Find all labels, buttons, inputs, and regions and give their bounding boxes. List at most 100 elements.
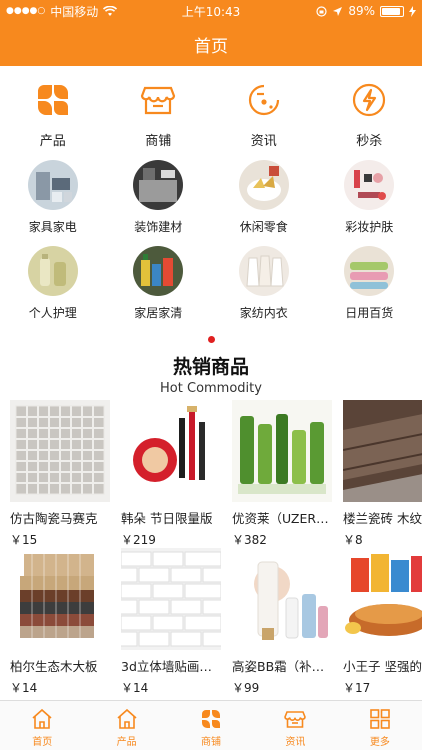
category-image	[133, 246, 184, 296]
category-image	[344, 246, 395, 296]
quick-item-label: 秒杀	[356, 134, 383, 149]
category-image	[344, 160, 395, 210]
home-icon	[32, 708, 52, 729]
product-price: ￥219	[121, 533, 156, 547]
category-image	[238, 160, 289, 210]
category-label: 家居家清	[134, 306, 183, 320]
store-icon	[141, 86, 176, 115]
tab-label: 更多	[369, 737, 390, 748]
category-label: 日用百货	[345, 306, 394, 320]
battery-icon	[380, 5, 404, 17]
status-bar: ●●●●○ 中国移动 上午10:43 89%	[0, 0, 422, 22]
category-personal-care[interactable]: 个人护理	[0, 246, 106, 332]
category-textiles[interactable]: 家纺内衣	[211, 246, 317, 332]
quick-item-products[interactable]: 产品	[0, 66, 106, 156]
product-card[interactable]: 高姿BB霜（补水） ￥99	[232, 548, 343, 696]
store-icon	[284, 711, 307, 728]
product-name: 优资莱（UZERO）	[232, 511, 332, 526]
tab-label: 资讯	[285, 737, 306, 748]
category-label: 家具家电	[28, 220, 77, 234]
product-image	[232, 548, 332, 650]
category-daily-goods[interactable]: 日用百货	[317, 246, 422, 332]
tab-stores[interactable]: 商铺	[169, 701, 253, 750]
product-price: ￥99	[232, 681, 260, 695]
category-cosmetics[interactable]: 彩妆护肤	[317, 160, 422, 246]
product-price: ￥8	[343, 533, 363, 547]
more-grid-icon	[370, 709, 390, 729]
product-card[interactable]: 小王子 坚强的 ￥17	[343, 548, 422, 696]
category-building-materials[interactable]: 装饰建材	[106, 160, 212, 246]
signal-icon: ●●●●○	[6, 6, 46, 16]
product-name: 高姿BB霜（补水）	[232, 659, 332, 674]
category-grid: 家具家电 装饰建材 休闲零食 彩妆护肤 个人护理 家居家清 家纺内衣 日用百货	[0, 160, 422, 332]
section-header: 热销商品 Hot Commodity	[0, 352, 422, 396]
product-card[interactable]: 仿古陶瓷马赛克 ￥15	[10, 400, 121, 548]
product-card[interactable]: 韩朵 节日限量版 ￥219	[121, 400, 232, 548]
product-name: 3d立体墙贴画自粘	[121, 659, 221, 674]
battery-percent: 89%	[348, 4, 375, 18]
carrier-label: 中国移动	[50, 4, 99, 19]
product-image	[343, 548, 422, 650]
category-image	[238, 246, 289, 296]
product-name: 楼兰瓷砖 木纹	[343, 511, 422, 526]
product-name: 仿古陶瓷马赛克	[10, 511, 98, 526]
category-image	[27, 160, 78, 210]
product-card[interactable]: 优资莱（UZERO） ￥382	[232, 400, 343, 548]
product-image	[232, 400, 332, 502]
product-name: 小王子 坚强的	[343, 659, 422, 674]
tab-home[interactable]: 首页	[0, 701, 84, 750]
product-price: ￥382	[232, 533, 267, 547]
product-price: ￥14	[121, 681, 149, 695]
tab-label: 首页	[32, 737, 53, 748]
product-image	[121, 548, 221, 650]
category-label: 彩妆护肤	[345, 220, 394, 234]
quick-item-flash-sale[interactable]: 秒杀	[317, 66, 422, 156]
section-subtitle: Hot Commodity	[160, 381, 262, 396]
quick-item-label: 商铺	[145, 134, 172, 149]
tab-products[interactable]: 产品	[84, 701, 168, 750]
category-image	[27, 246, 78, 296]
tab-bar: 首页 产品 商铺 资讯 更多	[0, 700, 422, 750]
orientation-lock-icon	[316, 5, 327, 17]
pager-dot-active[interactable]	[207, 336, 215, 343]
charging-icon	[409, 5, 416, 17]
info-circle-icon	[248, 84, 279, 116]
flash-sale-icon	[353, 83, 386, 117]
page-title: 首页	[194, 36, 228, 57]
product-image	[121, 400, 221, 502]
product-image	[343, 400, 422, 502]
product-card[interactable]: 楼兰瓷砖 木纹 ￥8	[343, 400, 422, 548]
product-name: 韩朵 节日限量版	[121, 511, 213, 526]
tab-more[interactable]: 更多	[338, 701, 422, 750]
tab-label: 产品	[116, 737, 137, 748]
category-label: 装饰建材	[134, 220, 183, 234]
quick-item-news[interactable]: 资讯	[211, 66, 317, 156]
tab-label: 商铺	[201, 737, 222, 748]
category-label: 家纺内衣	[239, 306, 288, 320]
product-image	[10, 548, 110, 650]
nav-bar: 首页	[0, 22, 422, 66]
product-card[interactable]: 柏尔生态木大板 ￥14	[10, 548, 121, 696]
carousel-pager	[0, 336, 422, 343]
home-icon	[117, 708, 137, 729]
category-label: 个人护理	[28, 306, 77, 320]
tab-news[interactable]: 资讯	[253, 701, 337, 750]
quick-item-label: 资讯	[250, 134, 277, 149]
product-name: 柏尔生态木大板	[10, 659, 98, 674]
category-home-cleaning[interactable]: 家居家清	[106, 246, 212, 332]
status-time: 上午10:43	[181, 4, 241, 19]
product-image	[10, 400, 110, 502]
product-grid: 仿古陶瓷马赛克 ￥15 韩朵 节日限量版 ￥219 优资莱（UZERO） ￥38…	[10, 400, 422, 696]
product-price: ￥17	[343, 681, 371, 695]
product-price: ￥15	[10, 533, 38, 547]
location-icon	[333, 6, 343, 16]
category-snacks[interactable]: 休闲零食	[211, 160, 317, 246]
category-label: 休闲零食	[239, 220, 288, 234]
wifi-icon	[103, 5, 118, 16]
grid-leaf-icon	[37, 85, 68, 115]
quick-item-stores[interactable]: 商铺	[106, 66, 212, 156]
product-card[interactable]: 3d立体墙贴画自粘 ￥14	[121, 548, 232, 696]
section-title: 热销商品	[172, 356, 249, 378]
quick-item-label: 产品	[39, 134, 66, 149]
category-appliances[interactable]: 家具家电	[0, 160, 106, 246]
